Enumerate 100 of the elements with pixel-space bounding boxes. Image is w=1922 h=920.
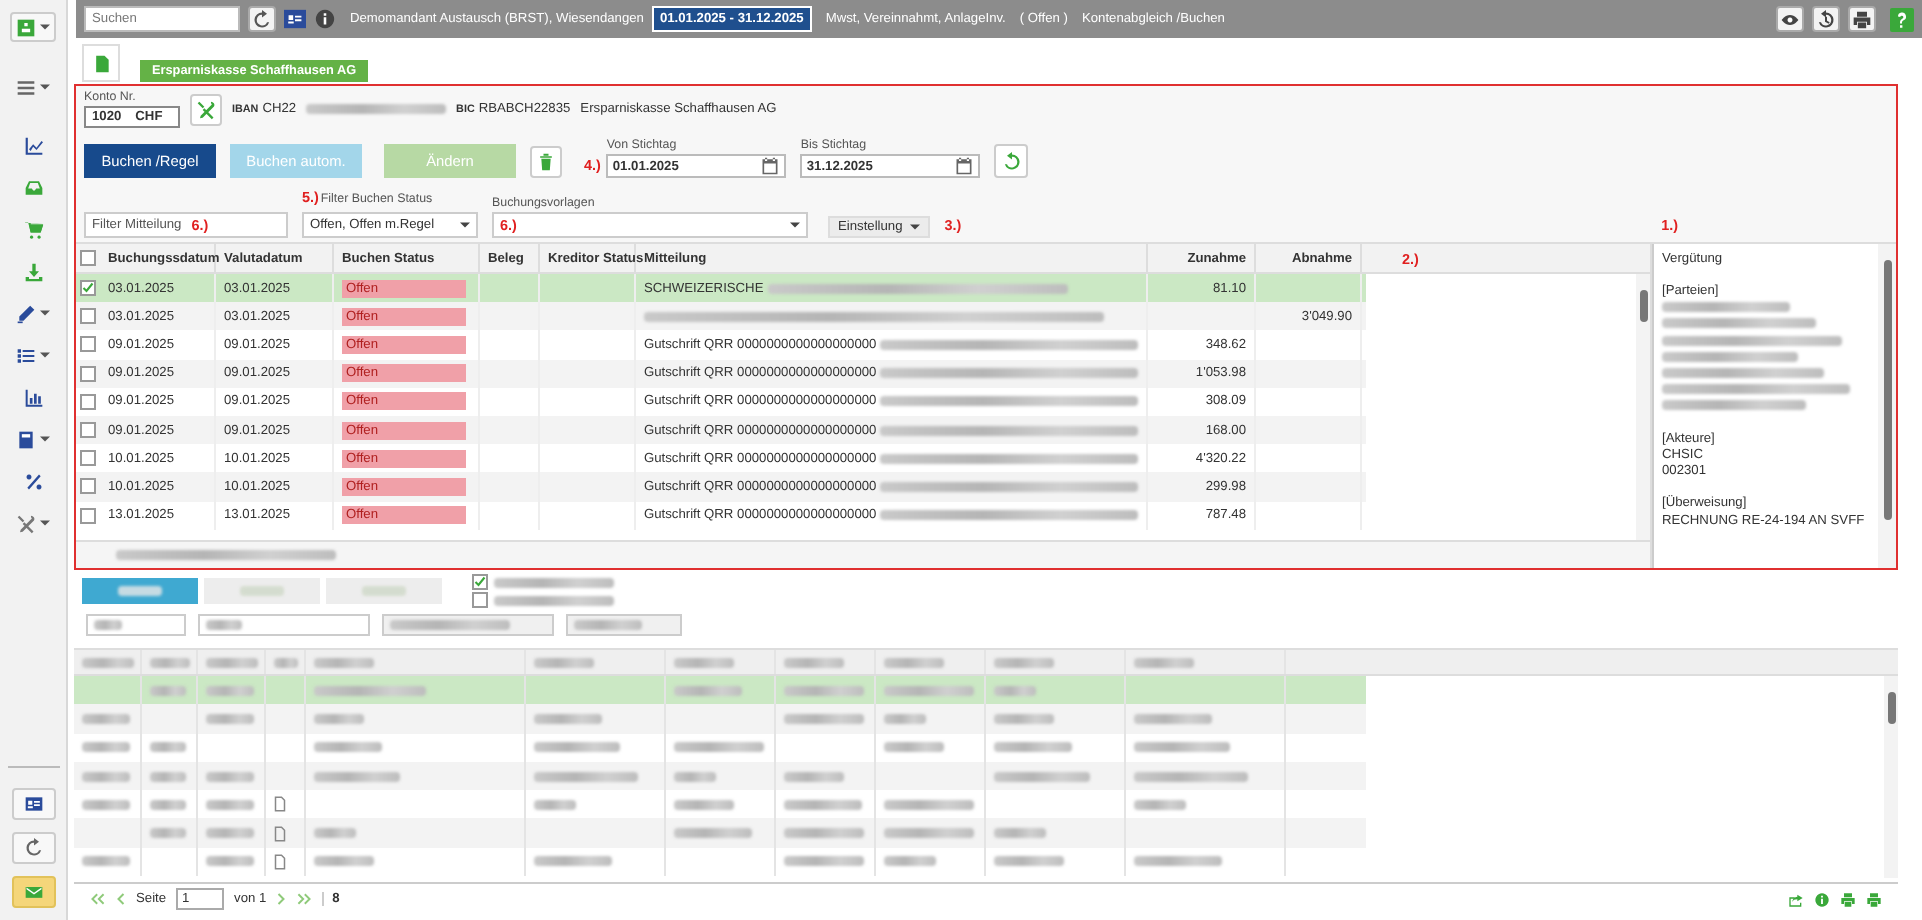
percent-icon bbox=[23, 471, 43, 491]
checkbox[interactable] bbox=[80, 280, 96, 297]
redacted-text bbox=[784, 685, 864, 696]
printer-button[interactable] bbox=[1848, 6, 1876, 32]
blurred-field[interactable] bbox=[86, 614, 186, 636]
trash-icon bbox=[536, 152, 556, 172]
sidebar-button[interactable] bbox=[11, 832, 55, 864]
redacted-text bbox=[534, 742, 620, 753]
checkbox[interactable] bbox=[80, 308, 96, 325]
redacted-text bbox=[82, 856, 130, 867]
check-icon bbox=[82, 282, 94, 295]
history-button[interactable] bbox=[1812, 6, 1840, 32]
menu-icon bbox=[16, 77, 36, 97]
caret-icon bbox=[40, 82, 50, 92]
delete-button[interactable] bbox=[530, 146, 562, 178]
redacted-text bbox=[994, 713, 1054, 724]
redacted-text bbox=[82, 713, 130, 724]
export-icon[interactable] bbox=[1788, 891, 1804, 907]
redacted-text bbox=[784, 771, 844, 782]
undo-icon bbox=[1001, 151, 1022, 171]
redacted-text bbox=[314, 685, 426, 696]
blurred-button[interactable] bbox=[82, 578, 198, 604]
redacted-text bbox=[306, 104, 447, 114]
printer-icon[interactable] bbox=[1866, 891, 1882, 907]
tools-icon bbox=[16, 513, 36, 533]
first-page-icon[interactable] bbox=[90, 892, 106, 906]
redacted-text bbox=[150, 771, 186, 782]
redacted-text bbox=[82, 771, 130, 782]
redacted-text bbox=[884, 856, 936, 867]
redacted-text bbox=[994, 742, 1072, 753]
checkbox[interactable] bbox=[80, 478, 96, 495]
contact-card-icon bbox=[23, 794, 43, 814]
calendar-icon bbox=[954, 156, 975, 176]
redacted-text bbox=[150, 828, 186, 839]
redacted-text bbox=[494, 577, 614, 587]
redacted-text bbox=[784, 828, 864, 839]
scrollbar[interactable] bbox=[1878, 244, 1896, 568]
eye-button[interactable] bbox=[1776, 6, 1804, 32]
refresh-button[interactable] bbox=[248, 6, 276, 32]
previous-page-icon[interactable] bbox=[116, 892, 126, 906]
checkbox[interactable] bbox=[80, 250, 96, 266]
check-icon bbox=[474, 576, 486, 588]
redacted-text bbox=[314, 742, 382, 753]
redacted-text bbox=[674, 657, 734, 667]
redacted-text bbox=[314, 713, 364, 724]
redacted-text bbox=[1662, 302, 1790, 313]
printer-icon bbox=[1852, 9, 1872, 29]
next-page-icon[interactable] bbox=[276, 892, 287, 906]
redacted-text bbox=[674, 828, 752, 839]
printer-icon[interactable] bbox=[1840, 891, 1856, 907]
checkbox[interactable] bbox=[80, 393, 96, 410]
redacted-text bbox=[82, 742, 130, 753]
scrollbar[interactable] bbox=[1636, 274, 1650, 540]
blurred-button[interactable] bbox=[566, 614, 682, 636]
mail-icon bbox=[23, 882, 43, 902]
redacted-text bbox=[534, 771, 638, 782]
checkbox[interactable] bbox=[472, 574, 488, 590]
redacted-text bbox=[674, 685, 742, 696]
eye-icon bbox=[1780, 9, 1800, 29]
redacted-text bbox=[494, 595, 614, 605]
redacted-text bbox=[314, 771, 400, 782]
help-icon[interactable] bbox=[1890, 7, 1914, 31]
redacted-text bbox=[150, 657, 190, 667]
checkbox[interactable] bbox=[80, 450, 96, 467]
pen-icon bbox=[16, 303, 36, 323]
info-icon[interactable] bbox=[314, 8, 336, 30]
redacted-text bbox=[314, 828, 356, 839]
blurred-field[interactable] bbox=[198, 614, 370, 636]
document-tab[interactable] bbox=[82, 44, 120, 82]
blurred-button[interactable] bbox=[382, 614, 554, 636]
history-icon bbox=[1816, 9, 1836, 29]
redacted-text bbox=[82, 657, 134, 667]
checkbox[interactable] bbox=[472, 592, 488, 608]
calendar-icon bbox=[760, 156, 781, 176]
last-page-icon[interactable] bbox=[296, 892, 313, 906]
id-badge-icon bbox=[16, 17, 36, 37]
redacted-text bbox=[994, 771, 1090, 782]
tools-icon bbox=[196, 99, 216, 119]
reset-button[interactable] bbox=[994, 144, 1029, 178]
bar-chart-icon bbox=[23, 387, 43, 407]
redacted-text bbox=[994, 828, 1046, 839]
checkbox[interactable] bbox=[80, 365, 96, 382]
redacted-text bbox=[574, 620, 642, 630]
checkbox[interactable] bbox=[80, 507, 96, 524]
sidebar-button[interactable] bbox=[11, 788, 55, 820]
scrollbar[interactable] bbox=[1884, 676, 1898, 878]
redacted-text bbox=[118, 586, 162, 596]
redacted-text bbox=[206, 771, 254, 782]
inbox-icon bbox=[23, 177, 43, 197]
redacted-text bbox=[206, 620, 242, 630]
checkbox[interactable] bbox=[80, 336, 96, 353]
redacted-text bbox=[884, 799, 974, 810]
redacted-text bbox=[82, 799, 130, 810]
redacted-text bbox=[1134, 856, 1222, 867]
contact-card-icon[interactable] bbox=[284, 8, 306, 30]
tools-button[interactable] bbox=[190, 93, 222, 125]
caret-icon bbox=[40, 350, 50, 360]
refresh-icon bbox=[23, 838, 43, 858]
redacted-text bbox=[884, 657, 944, 667]
checkbox[interactable] bbox=[80, 422, 96, 439]
